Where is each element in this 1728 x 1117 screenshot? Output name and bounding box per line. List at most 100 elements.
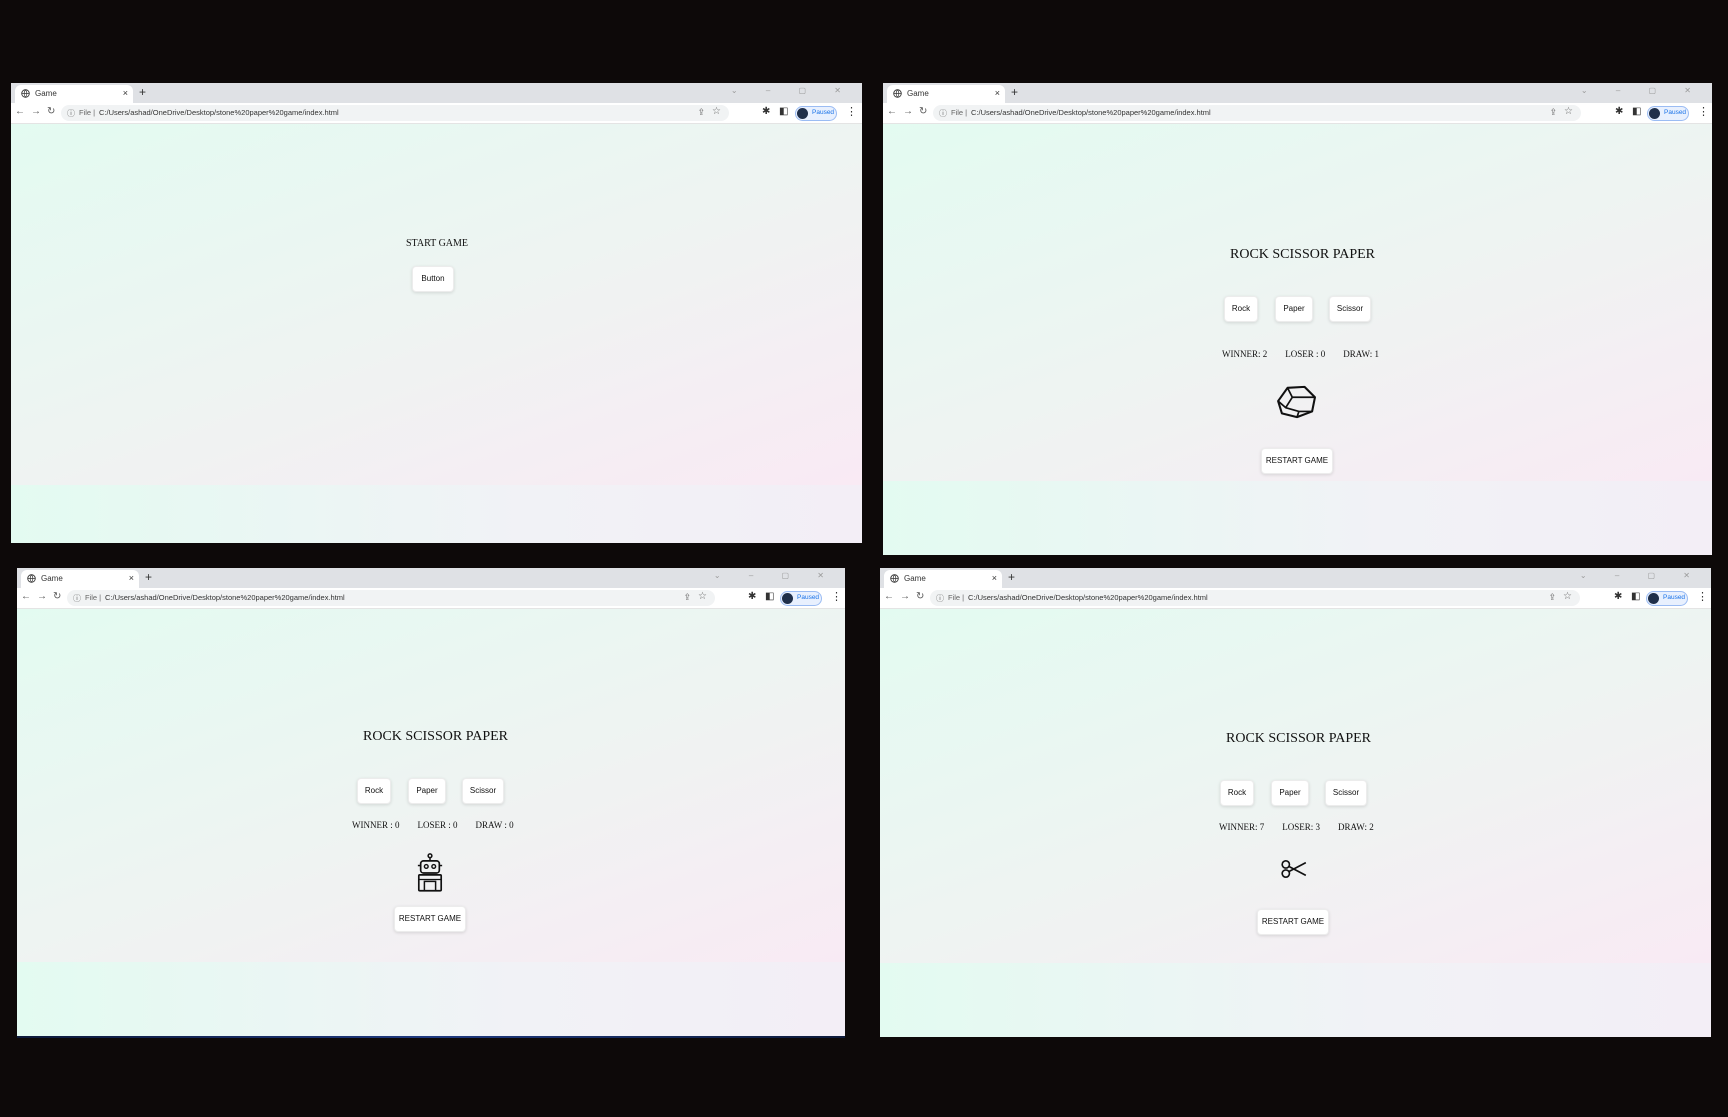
profile-status: Paused	[1664, 109, 1687, 116]
scissor-button[interactable]: Scissor	[1329, 296, 1371, 322]
scissor-button[interactable]: Scissor	[462, 778, 504, 804]
menu-icon[interactable]: ⋮	[846, 105, 857, 118]
scissor-button[interactable]: Scissor	[1325, 780, 1367, 806]
profile-button[interactable]: Paused	[1647, 106, 1689, 121]
url-text[interactable]: C:/Users/ashad/OneDrive/Desktop/stone%20…	[971, 108, 1211, 117]
info-icon[interactable]: ⓘ	[73, 593, 81, 604]
share-icon[interactable]: ⇪	[1549, 107, 1557, 118]
menu-icon[interactable]: ⋮	[1697, 590, 1708, 603]
share-icon[interactable]: ⇪	[1548, 592, 1556, 603]
url-text[interactable]: C:/Users/ashad/OneDrive/Desktop/stone%20…	[99, 108, 339, 117]
avatar	[782, 593, 793, 604]
bookmark-star-icon[interactable]: ☆	[712, 106, 721, 117]
forward-icon[interactable]: →	[31, 106, 41, 117]
paper-button[interactable]: Paper	[1271, 780, 1309, 806]
tab-game[interactable]: Game ×	[887, 85, 1005, 103]
scoreboard: WINNER: 2 LOSER : 0 DRAW: 1	[1222, 349, 1397, 359]
avatar	[797, 108, 808, 119]
rock-button[interactable]: Rock	[1224, 296, 1258, 322]
back-icon[interactable]: ←	[21, 591, 31, 602]
browser-window-rock: Game × + ⌄ – ▢ ✕ ← → ↻ ⓘ File | C:/Users/a…	[883, 83, 1712, 555]
extensions-icon[interactable]: ✱	[1615, 106, 1623, 117]
tab-title: Game	[35, 89, 57, 98]
game-title: ROCK SCISSOR PAPER	[363, 729, 508, 744]
window-controls[interactable]: ⌄ – ▢ ✕	[1580, 571, 1703, 580]
page-bottom	[11, 485, 862, 543]
forward-icon[interactable]: →	[903, 106, 913, 117]
restart-button[interactable]: RESTART GAME	[1261, 448, 1333, 474]
window-controls[interactable]: ⌄ – ▢ ✕	[731, 86, 854, 95]
tab-title: Game	[41, 574, 63, 583]
address-bar[interactable]: ⓘ File | C:/Users/ashad/OneDrive/Desktop…	[930, 590, 1580, 606]
menu-icon[interactable]: ⋮	[1698, 105, 1709, 118]
url-text[interactable]: C:/Users/ashad/OneDrive/Desktop/stone%20…	[968, 593, 1208, 602]
bookmark-star-icon[interactable]: ☆	[698, 591, 707, 602]
rock-button[interactable]: Rock	[1220, 780, 1254, 806]
tab-close-icon[interactable]: ×	[129, 573, 134, 583]
back-icon[interactable]: ←	[884, 591, 894, 602]
loser-score: LOSER : 0	[417, 820, 458, 830]
forward-icon[interactable]: →	[37, 591, 47, 602]
back-icon[interactable]: ←	[15, 106, 25, 117]
tab-game[interactable]: Game ×	[15, 85, 133, 103]
tab-close-icon[interactable]: ×	[995, 88, 1000, 98]
profile-status: Paused	[812, 109, 835, 116]
tab-bar: Game × + ⌄ – ▢ ✕	[11, 83, 862, 103]
page-bottom	[880, 963, 1711, 1037]
side-panel-icon[interactable]: ◧	[765, 591, 774, 602]
tab-close-icon[interactable]: ×	[992, 573, 997, 583]
profile-button[interactable]: Paused	[780, 591, 822, 606]
menu-icon[interactable]: ⋮	[831, 590, 842, 603]
loser-score: LOSER : 0	[1285, 349, 1326, 359]
info-icon[interactable]: ⓘ	[936, 593, 944, 604]
profile-status: Paused	[1663, 594, 1686, 601]
reload-icon[interactable]: ↻	[53, 591, 61, 602]
tab-title: Game	[907, 89, 929, 98]
back-icon[interactable]: ←	[887, 106, 897, 117]
new-tab-icon[interactable]: +	[1008, 570, 1015, 584]
new-tab-icon[interactable]: +	[1011, 85, 1018, 99]
browser-toolbar: ← → ↻ ⓘ File | C:/Users/ashad/OneDrive/Des…	[11, 103, 862, 124]
start-button[interactable]: Button	[412, 266, 454, 292]
tab-bar: Game × + ⌄ – ▢ ✕	[17, 568, 845, 588]
profile-button[interactable]: Paused	[1646, 591, 1688, 606]
paper-button[interactable]: Paper	[408, 778, 446, 804]
restart-button[interactable]: RESTART GAME	[1257, 909, 1329, 935]
tab-game[interactable]: Game ×	[21, 570, 139, 588]
tab-bar: Game × + ⌄ – ▢ ✕	[883, 83, 1712, 103]
extensions-icon[interactable]: ✱	[748, 591, 756, 602]
loser-score: LOSER: 3	[1282, 822, 1321, 832]
paper-button[interactable]: Paper	[1275, 296, 1313, 322]
tab-game[interactable]: Game ×	[884, 570, 1002, 588]
address-bar[interactable]: ⓘ File | C:/Users/ashad/OneDrive/Desktop…	[933, 105, 1581, 121]
info-icon[interactable]: ⓘ	[67, 108, 75, 119]
reload-icon[interactable]: ↻	[916, 591, 924, 602]
new-tab-icon[interactable]: +	[145, 570, 152, 584]
rock-button[interactable]: Rock	[357, 778, 391, 804]
tab-close-icon[interactable]: ×	[123, 88, 128, 98]
share-icon[interactable]: ⇪	[683, 592, 691, 603]
extensions-icon[interactable]: ✱	[1614, 591, 1622, 602]
scoreboard: WINNER : 0 LOSER : 0 DRAW : 0	[352, 820, 532, 830]
tab-title: Game	[904, 574, 926, 583]
address-bar[interactable]: ⓘ File | C:/Users/ashad/OneDrive/Desktop…	[61, 105, 729, 121]
new-tab-icon[interactable]: +	[139, 85, 146, 99]
reload-icon[interactable]: ↻	[919, 106, 927, 117]
page-content: START GAME Button	[11, 124, 862, 543]
restart-button[interactable]: RESTART GAME	[394, 906, 466, 932]
url-text[interactable]: C:/Users/ashad/OneDrive/Desktop/stone%20…	[105, 593, 345, 602]
window-controls[interactable]: ⌄ – ▢ ✕	[714, 571, 837, 580]
side-panel-icon[interactable]: ◧	[1631, 591, 1640, 602]
extensions-icon[interactable]: ✱	[762, 106, 770, 117]
share-icon[interactable]: ⇪	[697, 107, 705, 118]
forward-icon[interactable]: →	[900, 591, 910, 602]
side-panel-icon[interactable]: ◧	[1632, 106, 1641, 117]
side-panel-icon[interactable]: ◧	[779, 106, 788, 117]
info-icon[interactable]: ⓘ	[939, 108, 947, 119]
bookmark-star-icon[interactable]: ☆	[1564, 106, 1573, 117]
profile-button[interactable]: Paused	[795, 106, 837, 121]
address-bar[interactable]: ⓘ File | C:/Users/ashad/OneDrive/Desktop…	[67, 590, 715, 606]
window-controls[interactable]: ⌄ – ▢ ✕	[1581, 86, 1704, 95]
reload-icon[interactable]: ↻	[47, 106, 55, 117]
bookmark-star-icon[interactable]: ☆	[1563, 591, 1572, 602]
